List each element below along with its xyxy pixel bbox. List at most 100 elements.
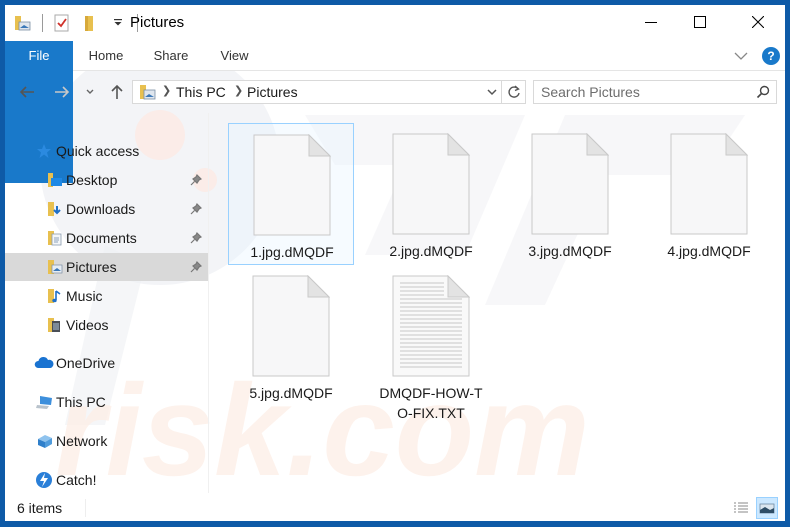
blank-file-icon xyxy=(392,133,470,235)
nav-item-desktop[interactable]: Desktop xyxy=(5,166,208,194)
catch-bolt-icon xyxy=(35,471,53,489)
chevron-down-icon xyxy=(86,89,94,94)
nav-item-downloads[interactable]: Downloads xyxy=(5,195,208,223)
onedrive-cloud-icon xyxy=(34,355,54,371)
arrow-up-icon xyxy=(111,84,123,99)
file-name: 5.jpg.dMQDF xyxy=(249,385,333,401)
file-name: 1.jpg.dMQDF xyxy=(250,244,334,260)
file-item[interactable]: 1.jpg.dMQDF xyxy=(228,123,354,265)
nav-item-documents[interactable]: Documents xyxy=(5,224,208,252)
nav-label: Pictures xyxy=(66,259,117,275)
folder-pictures-icon[interactable] xyxy=(13,13,33,33)
nav-item-pictures[interactable]: Pictures xyxy=(5,253,208,281)
search-box xyxy=(533,80,777,104)
new-folder-icon[interactable] xyxy=(80,13,100,33)
up-button[interactable] xyxy=(107,82,127,102)
blank-file-icon xyxy=(670,133,748,235)
quick-access-toolbar xyxy=(13,13,147,33)
navigation-bar: ❯ This PC ❯ Pictures xyxy=(5,72,785,112)
status-separator xyxy=(85,499,86,517)
nav-item-catch[interactable]: Catch! xyxy=(5,466,208,494)
recent-locations-button[interactable] xyxy=(83,82,97,102)
nav-label: Desktop xyxy=(66,172,118,188)
nav-item-quick-access[interactable]: Quick access xyxy=(5,137,208,165)
details-view-icon xyxy=(734,502,748,513)
nav-label: OneDrive xyxy=(56,355,116,371)
file-name: DMQDF-HOW-T O-FIX.TXT xyxy=(368,383,494,423)
close-icon xyxy=(752,16,764,28)
text-file-icon xyxy=(392,275,470,377)
computer-icon xyxy=(35,394,55,410)
tab-share[interactable]: Share xyxy=(148,41,194,71)
address-history-dropdown[interactable] xyxy=(485,85,499,99)
network-icon xyxy=(35,433,55,449)
breadcrumb-chevron-icon[interactable]: ❯ xyxy=(162,84,171,97)
expand-ribbon-button[interactable] xyxy=(733,49,749,63)
back-button[interactable] xyxy=(17,82,37,102)
tab-home[interactable]: Home xyxy=(81,41,131,71)
breadcrumb-pictures[interactable]: Pictures xyxy=(247,84,298,100)
details-view-button[interactable] xyxy=(730,497,752,519)
breadcrumb-chevron-icon[interactable]: ❯ xyxy=(234,84,243,97)
file-list: 1.jpg.dMQDF 2.jpg.dMQDF 3.jpg.dMQDF 4.jp… xyxy=(214,113,785,493)
file-item[interactable]: 3.jpg.dMQDF xyxy=(507,123,633,265)
nav-label: Quick access xyxy=(56,143,140,159)
pictures-folder-icon xyxy=(139,84,157,100)
nav-item-network[interactable]: Network xyxy=(5,427,208,455)
breadcrumb-this-pc[interactable]: This PC xyxy=(176,84,226,100)
item-count: 6 items xyxy=(17,500,63,516)
navigation-pane: Quick access Desktop Downloads Documents xyxy=(5,113,208,493)
pin-icon[interactable] xyxy=(190,260,203,273)
maximize-button[interactable] xyxy=(677,5,723,39)
pane-splitter[interactable] xyxy=(208,113,209,493)
pin-icon[interactable] xyxy=(190,173,203,186)
nav-item-onedrive[interactable]: OneDrive xyxy=(5,349,208,377)
nav-label: Documents xyxy=(66,230,137,246)
arrow-right-icon xyxy=(55,86,70,98)
file-name-line1: DMQDF-HOW-T xyxy=(379,385,483,401)
nav-item-this-pc[interactable]: This PC xyxy=(5,388,208,416)
pin-icon[interactable] xyxy=(190,202,203,215)
file-item[interactable]: 4.jpg.dMQDF xyxy=(646,123,772,265)
title-bar: Pictures xyxy=(5,5,785,41)
refresh-button[interactable] xyxy=(502,80,526,104)
nav-label: Network xyxy=(56,433,108,449)
nav-label: Music xyxy=(66,288,103,304)
properties-checkmark-icon[interactable] xyxy=(52,13,72,33)
desktop-folder-icon xyxy=(47,172,63,188)
chevron-down-icon xyxy=(487,89,497,96)
qat-separator xyxy=(42,14,43,32)
address-bar[interactable]: ❯ This PC ❯ Pictures xyxy=(132,80,502,104)
file-item[interactable]: 5.jpg.dMQDF xyxy=(228,265,354,407)
nav-item-music[interactable]: Music xyxy=(5,282,208,310)
file-item[interactable]: DMQDF-HOW-T O-FIX.TXT xyxy=(368,265,494,425)
chevron-down-icon xyxy=(734,52,748,60)
minimize-icon xyxy=(645,22,657,23)
music-folder-icon xyxy=(47,288,63,304)
refresh-icon xyxy=(507,85,520,98)
blank-file-icon xyxy=(253,134,331,236)
nav-item-videos[interactable]: Videos xyxy=(5,311,208,339)
customize-dropdown-icon[interactable] xyxy=(108,13,128,33)
forward-button[interactable] xyxy=(52,82,72,102)
arrow-left-icon xyxy=(19,86,34,98)
blank-file-icon xyxy=(531,133,609,235)
documents-folder-icon xyxy=(47,230,63,246)
tab-view[interactable]: View xyxy=(212,41,257,71)
nav-label: This PC xyxy=(56,394,106,410)
nav-label: Downloads xyxy=(66,201,136,217)
help-button[interactable]: ? xyxy=(762,47,780,65)
file-explorer-window: risk.com Pictures File Home Share View ?… xyxy=(5,5,785,521)
file-name: 3.jpg.dMQDF xyxy=(528,243,612,259)
file-item[interactable]: 2.jpg.dMQDF xyxy=(368,123,494,265)
search-icon[interactable] xyxy=(756,85,770,99)
search-input[interactable] xyxy=(534,81,749,103)
close-button[interactable] xyxy=(735,5,781,39)
large-icons-view-button[interactable] xyxy=(756,497,778,519)
large-icons-view-icon xyxy=(759,503,775,514)
file-name: 2.jpg.dMQDF xyxy=(389,243,473,259)
pin-icon[interactable] xyxy=(190,231,203,244)
minimize-button[interactable] xyxy=(628,5,674,39)
downloads-folder-icon xyxy=(47,201,63,217)
file-name: 4.jpg.dMQDF xyxy=(667,243,751,259)
